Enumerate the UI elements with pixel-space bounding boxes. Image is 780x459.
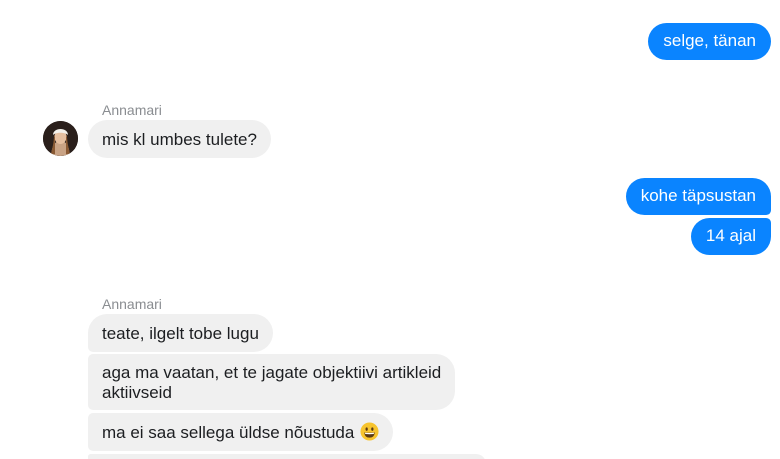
incoming-message[interactable]: ma ei saa sellega üldse nõustuda	[88, 413, 394, 451]
grinning-face-emoji-icon	[360, 422, 379, 446]
incoming-message[interactable]: teate, ilgelt tobe lugu	[88, 314, 273, 352]
sender-name: Annamari	[102, 102, 162, 118]
incoming-message[interactable]: aga ma vaatan, et te jagate objektiivi a…	[88, 354, 456, 410]
message-text: 14 ajal	[705, 226, 756, 245]
message-text-line: aktiivseid	[102, 383, 172, 402]
outgoing-message[interactable]: selge, tänan	[648, 23, 771, 60]
avatar[interactable]	[43, 121, 78, 156]
message-text: selge, tänan	[663, 31, 756, 50]
incoming-message-partial[interactable]	[88, 454, 486, 459]
message-text: teate, ilgelt tobe lugu	[102, 324, 259, 343]
incoming-message[interactable]: mis kl umbes tulete?	[88, 120, 271, 158]
message-text: mis kl umbes tulete?	[102, 130, 257, 149]
outgoing-message[interactable]: 14 ajal	[690, 218, 771, 255]
message-thread: selge, tänan Annamari mis kl umbes tulet…	[0, 0, 780, 459]
avatar-image	[43, 121, 78, 156]
message-text-line: aga ma vaatan, et te jagate objektiivi a…	[102, 363, 442, 382]
sender-name: Annamari	[102, 296, 162, 312]
message-text: kohe täpsustan	[640, 186, 756, 205]
outgoing-message[interactable]: kohe täpsustan	[625, 178, 771, 215]
message-text: ma ei saa sellega üldse nõustuda	[102, 423, 355, 442]
